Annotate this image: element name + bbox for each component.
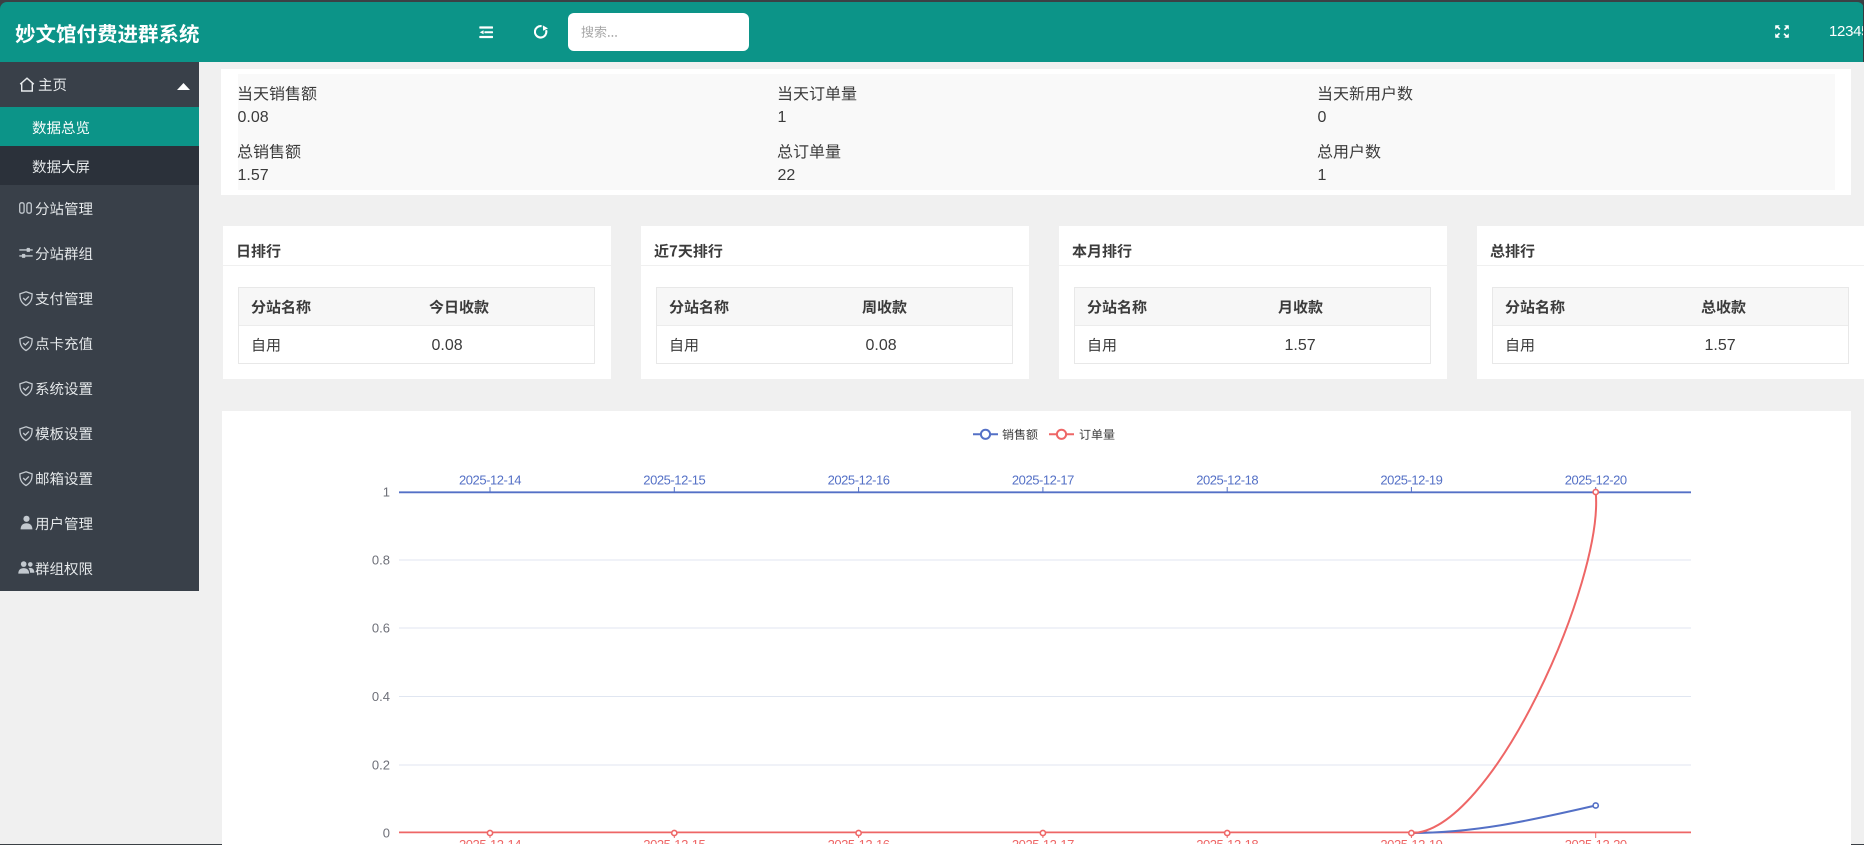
svg-text:2025-12-15: 2025-12-15 — [643, 836, 705, 844]
svg-text:2025-12-17: 2025-12-17 — [1012, 836, 1074, 844]
svg-text:2025-12-19: 2025-12-19 — [1380, 472, 1442, 487]
svg-text:0.8: 0.8 — [372, 552, 390, 567]
svg-text:2025-12-17: 2025-12-17 — [1012, 472, 1074, 487]
svg-text:0: 0 — [383, 825, 390, 840]
svg-text:2025-12-18: 2025-12-18 — [1196, 472, 1258, 487]
svg-text:2025-12-16: 2025-12-16 — [828, 836, 890, 844]
svg-text:1: 1 — [383, 484, 390, 499]
svg-text:2025-12-14: 2025-12-14 — [459, 836, 521, 844]
svg-text:2025-12-14: 2025-12-14 — [459, 472, 521, 487]
svg-text:2025-12-16: 2025-12-16 — [828, 472, 890, 487]
svg-text:0.4: 0.4 — [372, 689, 390, 704]
svg-text:2025-12-18: 2025-12-18 — [1196, 836, 1258, 844]
svg-text:2025-12-20: 2025-12-20 — [1565, 472, 1627, 487]
svg-text:2025-12-15: 2025-12-15 — [643, 472, 705, 487]
svg-text:0.6: 0.6 — [372, 620, 390, 635]
svg-text:0.2: 0.2 — [372, 757, 390, 772]
svg-text:2025-12-20: 2025-12-20 — [1565, 836, 1627, 844]
svg-text:2025-12-19: 2025-12-19 — [1380, 836, 1442, 844]
